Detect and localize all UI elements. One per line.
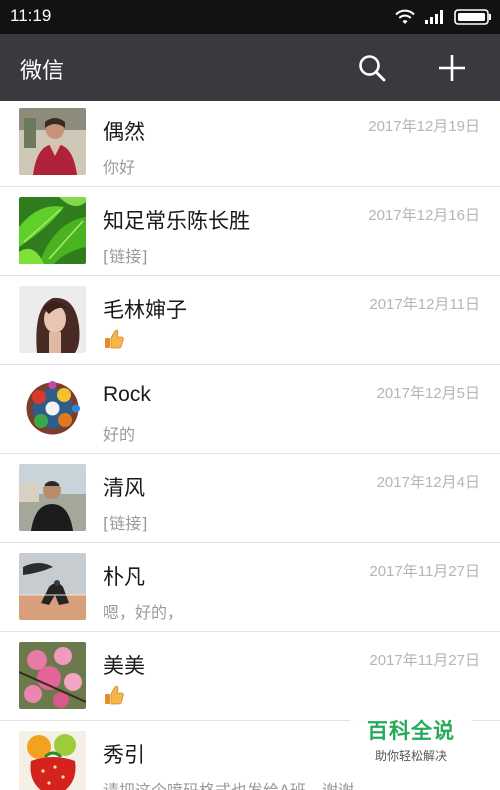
search-icon[interactable]	[357, 53, 387, 83]
avatar	[19, 642, 86, 709]
app-bar: 微信	[0, 34, 500, 101]
chat-name: 清风	[103, 477, 145, 500]
chat-preview: 嗯，好的，	[103, 603, 184, 622]
thumbs-up-emoji	[105, 685, 124, 705]
chat-date: 2017年12月19日	[368, 118, 480, 135]
avatar	[19, 464, 86, 531]
chat-name: 美美	[103, 655, 145, 678]
avatar	[19, 197, 86, 264]
chat-row[interactable]: 知足常乐陈长胜 [链接] 2017年12月16日	[0, 187, 500, 276]
chat-preview: 好的	[103, 425, 136, 444]
status-time: 11:19	[10, 6, 52, 25]
chat-date: 2017年12月16日	[368, 207, 480, 224]
chat-preview: 你好	[103, 158, 136, 177]
chat-row[interactable]: Rock 好的 2017年12月5日	[0, 365, 500, 454]
chat-date: 2017年12月4日	[376, 474, 480, 491]
watermark-subtitle: 助你轻松解决	[374, 749, 447, 763]
chat-row[interactable]: 清风 [链接] 2017年12月4日	[0, 454, 500, 543]
chat-row[interactable]: 朴凡 嗯，好的， 2017年11月27日	[0, 543, 500, 632]
status-bar: 11:19	[0, 0, 500, 34]
chat-date: 2017年12月5日	[376, 385, 480, 402]
watermark-logo: 百科全说 助你轻松解决	[350, 707, 472, 767]
chat-date: 2017年12月11日	[369, 296, 480, 313]
avatar	[19, 108, 86, 175]
chat-name: 毛林婶子	[103, 299, 187, 322]
chat-preview: [链接]	[103, 514, 148, 533]
chat-name: 偶然	[103, 121, 145, 144]
chat-row[interactable]: 毛林婶子 2017年12月11日	[0, 276, 500, 365]
chat-preview: 请把这个喷码格式也发给A班，谢谢	[103, 777, 354, 790]
chat-name: 秀引	[103, 744, 145, 767]
chat-date: 2017年11月27日	[369, 563, 480, 580]
chat-date: 2017年11月27日	[369, 652, 480, 669]
wifi-icon	[395, 9, 415, 24]
chat-list: 偶然 你好 2017年12月19日 知足常乐陈长胜 [链接] 2017年12月1…	[0, 101, 500, 790]
signal-icon	[425, 10, 443, 24]
chat-preview: [链接]	[103, 247, 148, 266]
chat-name: Rock	[103, 383, 151, 406]
chat-name: 朴凡	[103, 566, 145, 589]
plus-icon[interactable]	[437, 53, 467, 83]
avatar	[19, 286, 86, 353]
avatar	[19, 731, 86, 790]
avatar	[19, 553, 86, 620]
battery-icon	[454, 9, 491, 25]
chat-name: 知足常乐陈长胜	[103, 210, 250, 233]
thumbs-up-emoji	[105, 329, 124, 349]
avatar	[19, 375, 86, 442]
watermark-title: 百科全说	[367, 719, 455, 743]
app-title: 微信	[20, 59, 65, 84]
chat-row[interactable]: 偶然 你好 2017年12月19日	[0, 101, 500, 187]
